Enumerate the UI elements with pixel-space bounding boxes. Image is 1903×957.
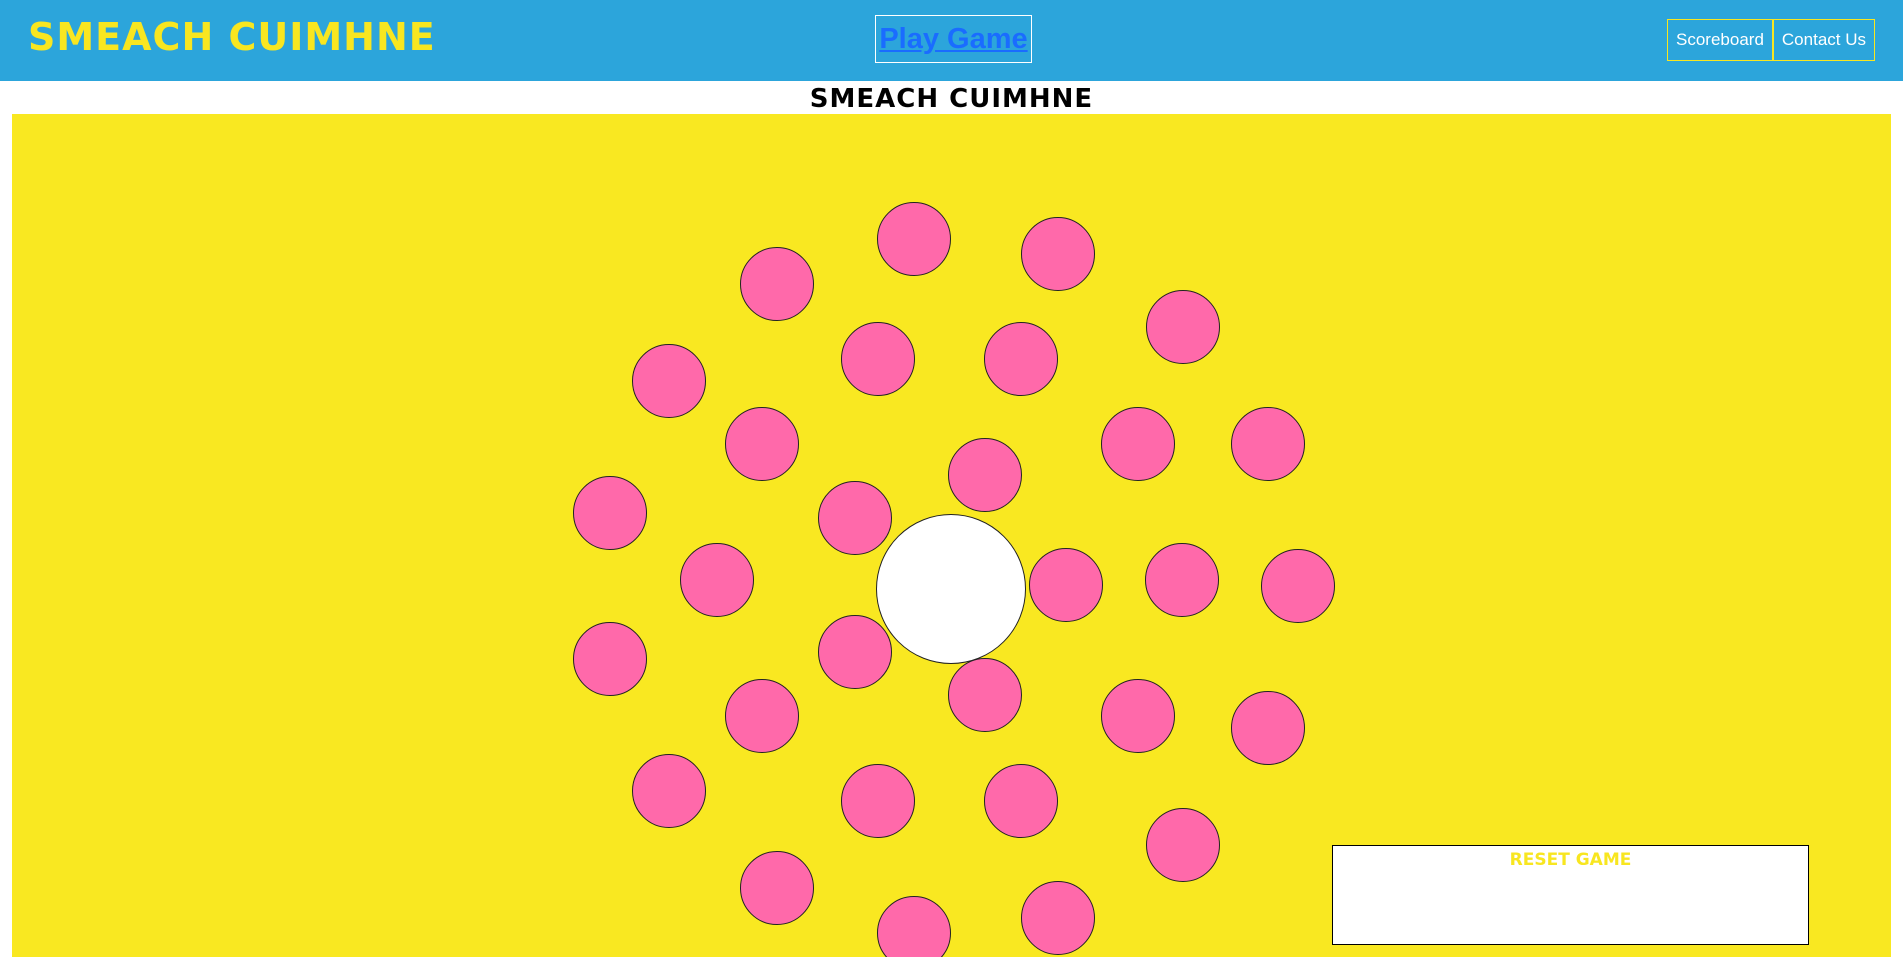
navbar: SMEACH CUIMHNE Play Game Scoreboard Cont…	[0, 0, 1903, 81]
memory-tile[interactable]	[1021, 217, 1095, 291]
reset-game-button[interactable]: RESET GAME	[1333, 848, 1808, 872]
memory-tile[interactable]	[948, 438, 1022, 512]
memory-tile[interactable]	[1261, 549, 1335, 623]
memory-tile[interactable]	[740, 851, 814, 925]
memory-tile[interactable]	[1231, 691, 1305, 765]
memory-tile[interactable]	[725, 407, 799, 481]
play-game-link[interactable]: Play Game	[875, 15, 1032, 63]
memory-tile[interactable]	[841, 322, 915, 396]
memory-tile[interactable]	[877, 896, 951, 957]
memory-tile[interactable]	[573, 476, 647, 550]
memory-tile[interactable]	[740, 247, 814, 321]
memory-tile[interactable]	[632, 754, 706, 828]
memory-tile[interactable]	[725, 679, 799, 753]
memory-tile[interactable]	[1146, 808, 1220, 882]
memory-tile[interactable]	[1231, 407, 1305, 481]
contact-us-link[interactable]: Contact Us	[1772, 19, 1875, 61]
memory-tile[interactable]	[877, 202, 951, 276]
memory-tile[interactable]	[1146, 290, 1220, 364]
memory-tile[interactable]	[984, 764, 1058, 838]
center-disc[interactable]	[876, 514, 1026, 664]
memory-tile[interactable]	[948, 658, 1022, 732]
memory-tile[interactable]	[573, 622, 647, 696]
memory-tile[interactable]	[818, 481, 892, 555]
memory-tile[interactable]	[1101, 679, 1175, 753]
memory-tile[interactable]	[1021, 881, 1095, 955]
memory-tile[interactable]	[632, 344, 706, 418]
memory-tile[interactable]	[818, 615, 892, 689]
scoreboard-link[interactable]: Scoreboard	[1667, 19, 1773, 61]
memory-tile[interactable]	[841, 764, 915, 838]
page-title: SMEACH CUIMHNE	[809, 84, 1094, 114]
reset-panel: RESET GAME	[1332, 845, 1809, 945]
brand-logo[interactable]: SMEACH CUIMHNE	[28, 14, 436, 60]
memory-tile[interactable]	[680, 543, 754, 617]
memory-tile[interactable]	[1029, 548, 1103, 622]
nav-links: Scoreboard Contact Us	[1667, 19, 1875, 61]
memory-tile[interactable]	[984, 322, 1058, 396]
memory-tile[interactable]	[1145, 543, 1219, 617]
memory-tile[interactable]	[1101, 407, 1175, 481]
game-board: RESET GAME	[12, 114, 1891, 957]
